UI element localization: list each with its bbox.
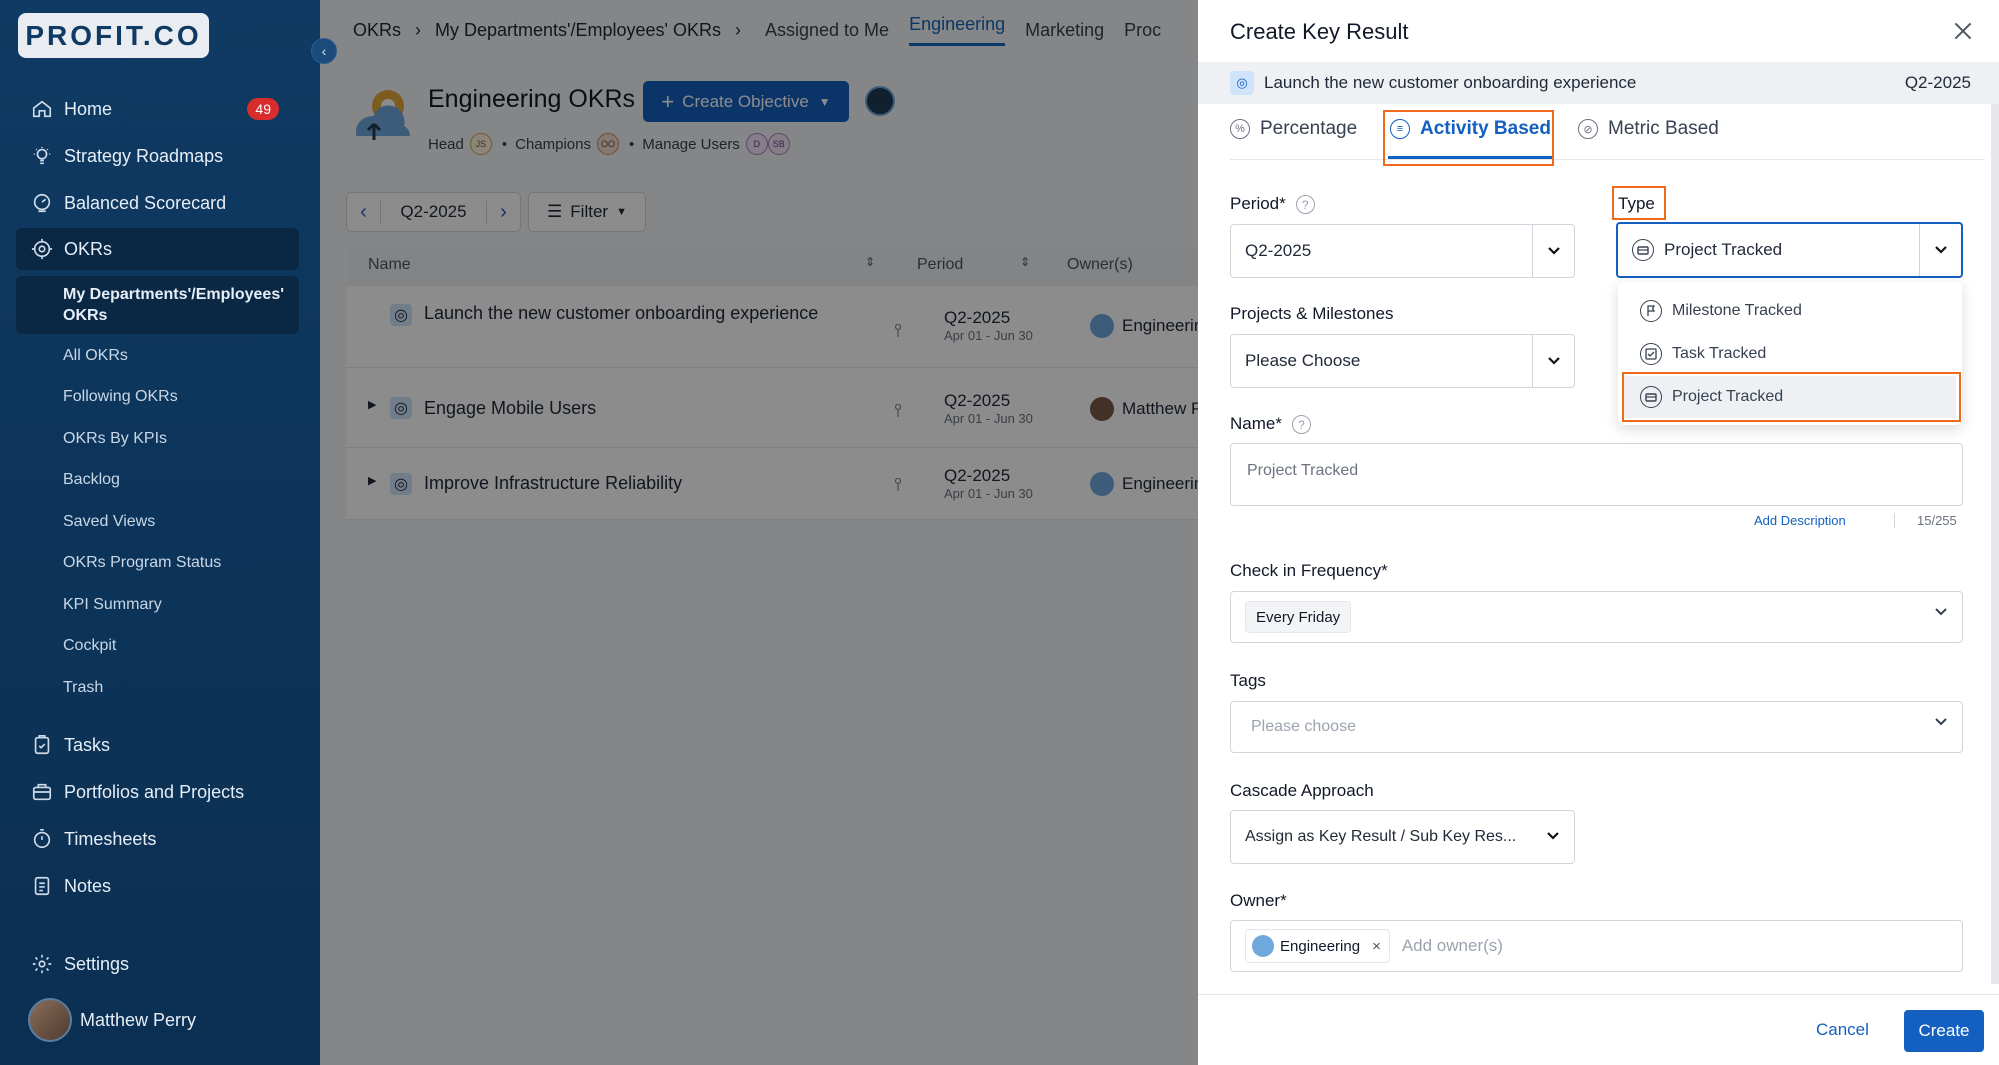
sidebar-item-portfolios[interactable]: Portfolios and Projects	[16, 771, 299, 813]
owner-label: Owner*	[1230, 891, 1287, 910]
sidebar-item-label: Notes	[64, 875, 112, 896]
user-name: Matthew Perry	[80, 1009, 197, 1030]
frequency-chip: Every Friday	[1245, 601, 1352, 633]
task-icon	[1640, 343, 1662, 365]
sidebar-subitem-all-okrs[interactable]: All OKRs	[63, 347, 128, 365]
sidebar-item-balanced-scorecard[interactable]: Balanced Scorecard	[16, 182, 299, 224]
sidebar-subitem-following-okrs[interactable]: Following OKRs	[63, 388, 178, 406]
checkin-frequency-label: Check in Frequency*	[1230, 561, 1388, 580]
sidebar-item-label: Home	[64, 98, 113, 119]
sidebar-subitem-program-status[interactable]: OKRs Program Status	[63, 554, 221, 572]
chevron-down-icon	[1934, 717, 1948, 727]
help-icon[interactable]: ?	[1295, 195, 1315, 215]
owner-chip: Engineering ×	[1245, 929, 1390, 963]
period-select[interactable]: Q2-2025	[1230, 224, 1575, 278]
sidebar-item-label: Balanced Scorecard	[64, 192, 227, 213]
create-button[interactable]: Create	[1904, 1010, 1984, 1052]
close-icon[interactable]	[1950, 18, 1976, 44]
projects-milestones-label: Projects & Milestones	[1230, 304, 1394, 323]
chevron-down-icon	[1934, 607, 1948, 617]
add-owner-input[interactable]: Add owner(s)	[1402, 936, 1503, 956]
chevron-down-icon	[1919, 224, 1961, 276]
sidebar-subitem-cockpit[interactable]: Cockpit	[63, 637, 116, 655]
period-label: Period*?	[1230, 194, 1315, 215]
collapse-sidebar-button[interactable]: ‹	[311, 38, 337, 64]
sidebar-item-label: Timesheets	[64, 828, 157, 849]
notes-icon	[30, 874, 54, 898]
drawer-title: Create Key Result	[1230, 19, 1409, 44]
scrollbar[interactable]	[1991, 104, 1999, 984]
sidebar-item-home[interactable]: Home 49	[16, 88, 299, 130]
cascade-approach-select[interactable]: Assign as Key Result / Sub Key Res...	[1230, 810, 1575, 864]
chevron-down-icon	[1546, 831, 1560, 841]
key-result-type-tabs: % Percentage ≡ Activity Based ⊘ Metric B…	[1230, 108, 1985, 160]
objective-bar: ◎ Launch the new customer onboarding exp…	[1198, 62, 1999, 104]
sidebar-item-label: Portfolios and Projects	[64, 781, 245, 802]
flag-icon	[1640, 300, 1662, 322]
chevron-down-icon	[1532, 225, 1574, 277]
sidebar-item-label: Tasks	[64, 734, 111, 755]
metric-icon: ⊘	[1578, 119, 1598, 139]
checkin-frequency-select[interactable]: Every Friday	[1230, 591, 1963, 643]
owner-field[interactable]: Engineering × Add owner(s)	[1230, 920, 1963, 972]
stopwatch-icon	[30, 827, 54, 851]
remove-icon[interactable]: ×	[1372, 938, 1381, 955]
department-avatar	[1252, 935, 1274, 957]
cancel-button[interactable]: Cancel	[1816, 1020, 1869, 1040]
highlight-activity-tab	[1383, 110, 1554, 166]
highlight-project-tracked	[1622, 372, 1961, 422]
create-key-result-drawer: Create Key Result ◎ Launch the new custo…	[1198, 0, 1999, 1065]
percent-icon: %	[1230, 119, 1250, 139]
avatar	[28, 998, 72, 1042]
tags-label: Tags	[1230, 671, 1266, 690]
highlight-type-label	[1612, 186, 1666, 220]
sidebar-item-label: Strategy Roadmaps	[64, 145, 224, 166]
character-count: 15/255	[1894, 513, 1957, 528]
user-profile[interactable]: Matthew Perry	[28, 998, 196, 1042]
briefcase-icon	[30, 780, 54, 804]
gear-icon	[30, 952, 54, 976]
chevron-down-icon	[1532, 335, 1574, 387]
sidebar-subitem-saved-views[interactable]: Saved Views	[63, 513, 155, 531]
sidebar-item-label: OKRs	[64, 238, 113, 259]
option-milestone-tracked[interactable]: Milestone Tracked	[1618, 290, 1962, 332]
option-task-tracked[interactable]: Task Tracked	[1618, 333, 1962, 375]
sidebar-item-notes[interactable]: Notes	[16, 865, 299, 907]
sidebar-subitem-trash[interactable]: Trash	[63, 679, 103, 697]
sidebar-item-label: Settings	[64, 953, 130, 974]
sidebar-subitem-my-departments-okrs[interactable]: My Departments'/Employees' OKRs	[16, 276, 299, 334]
sidebar-subitem-backlog[interactable]: Backlog	[63, 471, 120, 489]
target-icon	[30, 237, 54, 261]
sidebar: PROFIT.CO ‹ Home 49 Strategy Roadmaps Ba…	[0, 0, 337, 1065]
clipboard-icon	[30, 733, 54, 757]
objective-name: Launch the new customer onboarding exper…	[1264, 73, 1637, 92]
sidebar-item-strategy-roadmaps[interactable]: Strategy Roadmaps	[16, 135, 299, 177]
type-select[interactable]: Project Tracked	[1616, 222, 1963, 278]
objective-period: Q2-2025	[1904, 73, 1971, 92]
lightbulb-icon	[30, 144, 54, 168]
help-icon[interactable]: ?	[1291, 415, 1311, 435]
sidebar-item-settings[interactable]: Settings	[16, 943, 299, 985]
tab-metric-based[interactable]: ⊘ Metric Based	[1578, 118, 1719, 140]
projects-milestones-select[interactable]: Please Choose	[1230, 334, 1575, 388]
cascade-approach-label: Cascade Approach	[1230, 781, 1374, 800]
scorecard-icon	[30, 191, 54, 215]
tags-select[interactable]: Please choose	[1230, 701, 1963, 753]
sidebar-subitem-okrs-by-kpis[interactable]: OKRs By KPIs	[63, 430, 167, 448]
name-label: Name*?	[1230, 414, 1311, 435]
sidebar-subitem-kpi-summary[interactable]: KPI Summary	[63, 596, 162, 614]
objective-icon: ◎	[1230, 71, 1254, 95]
sidebar-item-tasks[interactable]: Tasks	[16, 724, 299, 766]
project-icon	[1632, 239, 1654, 261]
tab-percentage[interactable]: % Percentage	[1230, 118, 1357, 140]
sidebar-item-timesheets[interactable]: Timesheets	[16, 818, 299, 860]
profitco-logo[interactable]: PROFIT.CO	[18, 13, 209, 58]
home-icon	[30, 97, 54, 121]
sidebar-item-okrs[interactable]: OKRs	[16, 228, 299, 270]
name-field[interactable]: Project Tracked	[1230, 443, 1963, 506]
add-description-link[interactable]: Add Description	[1754, 513, 1846, 528]
notification-badge: 49	[247, 98, 279, 120]
modal-backdrop[interactable]	[320, 0, 1200, 1065]
drawer-footer	[1198, 994, 1999, 1065]
